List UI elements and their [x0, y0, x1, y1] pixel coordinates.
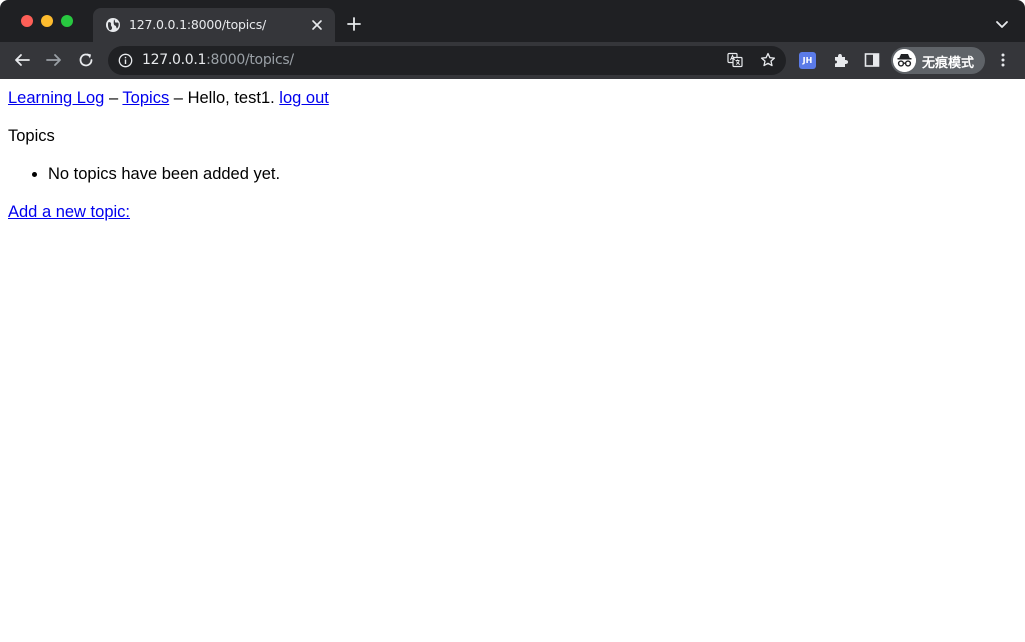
nav-separator: –: [173, 89, 183, 107]
incognito-icon: [893, 49, 916, 72]
page-title: Topics: [8, 127, 55, 145]
info-icon[interactable]: [118, 53, 133, 68]
back-arrow-icon[interactable]: [13, 51, 31, 69]
more-menu-icon[interactable]: [995, 52, 1011, 68]
top-nav: Learning Log – Topics – Hello, test1. lo…: [8, 89, 329, 108]
browser-window: 127.0.0.1:8000/topics/ 127.0.0.1:8000/to…: [0, 0, 1025, 642]
minimize-window-button[interactable]: [41, 15, 53, 27]
topics-link[interactable]: Topics: [122, 89, 169, 107]
forward-arrow-icon[interactable]: [45, 51, 63, 69]
learning-log-link[interactable]: Learning Log: [8, 89, 104, 107]
add-topic-link[interactable]: Add a new topic:: [8, 203, 130, 222]
tab-active[interactable]: 127.0.0.1:8000/topics/: [93, 8, 335, 42]
nav-separator: –: [108, 89, 119, 107]
reload-icon[interactable]: [77, 51, 95, 69]
chevron-down-icon[interactable]: [995, 17, 1009, 31]
star-icon[interactable]: [760, 52, 776, 68]
tab-title: 127.0.0.1:8000/topics/: [129, 17, 267, 32]
list-item: No topics have been added yet.: [48, 165, 280, 184]
incognito-label: 无痕模式: [922, 56, 975, 71]
maximize-window-button[interactable]: [61, 15, 73, 27]
side-panel-icon[interactable]: [864, 52, 880, 68]
plus-icon[interactable]: [346, 16, 362, 32]
puzzle-icon[interactable]: [832, 52, 849, 69]
incognito-profile-button[interactable]: 无痕模式: [891, 47, 985, 74]
url-text: 127.0.0.1:8000/topics/: [142, 52, 294, 68]
extension-jh-icon[interactable]: JH: [799, 52, 816, 69]
logout-link[interactable]: log out: [279, 89, 329, 107]
translate-icon[interactable]: [727, 52, 743, 68]
url-host: 127.0.0.1: [142, 52, 207, 68]
close-icon[interactable]: [309, 17, 325, 33]
close-window-button[interactable]: [21, 15, 33, 27]
tab-strip: 127.0.0.1:8000/topics/: [0, 0, 1025, 42]
topic-list: No topics have been added yet.: [48, 165, 280, 184]
greeting-text: Hello, test1.: [187, 89, 275, 107]
globe-icon: [106, 18, 120, 32]
address-bar[interactable]: 127.0.0.1:8000/topics/: [108, 46, 786, 75]
url-path: :8000/topics/: [206, 52, 294, 68]
page-content: Learning Log – Topics – Hello, test1. lo…: [0, 79, 1025, 642]
